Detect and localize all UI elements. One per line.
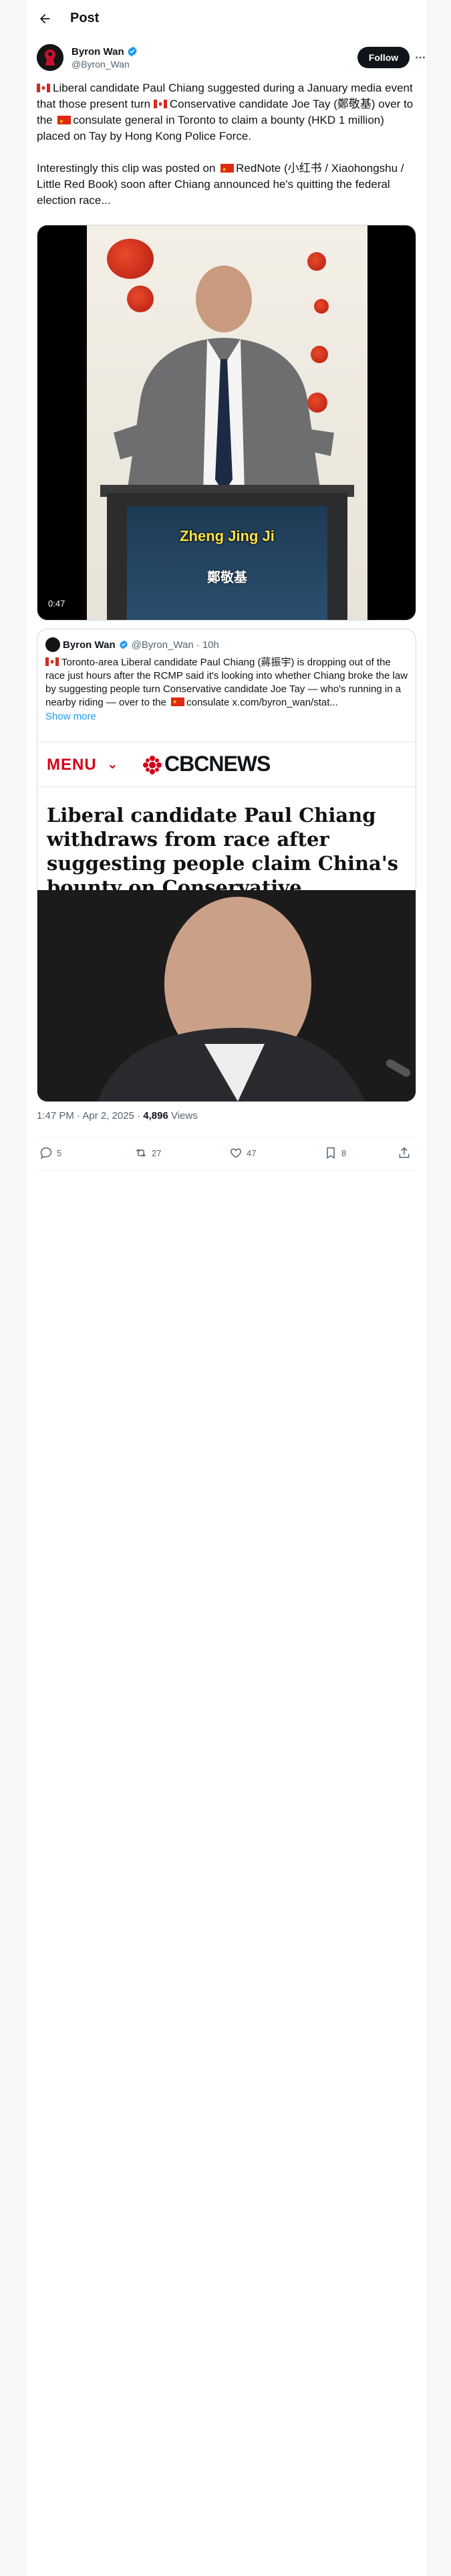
back-button[interactable] bbox=[34, 8, 55, 29]
divider bbox=[37, 1170, 416, 1171]
bookmark-icon bbox=[327, 1147, 335, 1159]
follow-button[interactable]: Follow bbox=[357, 47, 410, 68]
post-text-part: consulate general in Toronto to claim a … bbox=[37, 114, 384, 142]
canada-flag-icon bbox=[45, 657, 59, 666]
like-button[interactable]: 47 bbox=[229, 1146, 256, 1160]
page-title: Post bbox=[70, 11, 100, 25]
view-count: 4,896 bbox=[143, 1110, 168, 1121]
video-duration: 0:47 bbox=[44, 597, 69, 610]
avatar[interactable] bbox=[37, 44, 63, 71]
canada-flag-icon bbox=[37, 84, 50, 92]
bookmark-count: 8 bbox=[341, 1148, 347, 1158]
video-frame: Zheng Jing Ji 鄭敬基 bbox=[87, 225, 367, 620]
author-name-row: Byron Wan bbox=[71, 45, 138, 58]
reply-icon bbox=[40, 1147, 52, 1159]
cbc-gem-icon bbox=[143, 756, 162, 774]
cbc-header-bar: MENU ⌄ CBCNEWS bbox=[37, 742, 416, 787]
bookmark-button[interactable]: 8 bbox=[324, 1146, 346, 1160]
timestamp-text[interactable]: 1:47 PM · Apr 2, 2025 · bbox=[37, 1110, 143, 1121]
video-caption-romanized: Zheng Jing Ji bbox=[180, 528, 275, 544]
main-column: Post Byron Wan @Byron_Wan Follow Liberal… bbox=[25, 0, 428, 2576]
divider bbox=[37, 1137, 416, 1138]
video-caption-chinese: 鄭敬基 bbox=[207, 570, 247, 585]
post-timestamp: 1:47 PM · Apr 2, 2025 · 4,896 Views bbox=[37, 1110, 198, 1121]
quote-author-name: Byron Wan bbox=[63, 639, 116, 651]
views-label: Views bbox=[168, 1110, 198, 1121]
show-more-link[interactable]: Show more bbox=[45, 711, 96, 722]
verified-badge-icon bbox=[119, 640, 128, 649]
quote-time: · 10h bbox=[196, 639, 219, 651]
article-photo bbox=[37, 890, 416, 1101]
post-author: Byron Wan @Byron_Wan Follow bbox=[37, 44, 425, 76]
china-flag-icon bbox=[57, 114, 71, 130]
quote-header: Byron Wan @Byron_Wan · 10h bbox=[45, 637, 219, 652]
post-text: Liberal candidate Paul Chiang suggested … bbox=[37, 80, 418, 209]
repost-count: 27 bbox=[152, 1148, 162, 1158]
china-flag-icon bbox=[220, 162, 235, 178]
reply-button[interactable]: 5 bbox=[39, 1146, 61, 1160]
quote-text: Toronto-area Liberal candidate Paul Chia… bbox=[45, 656, 409, 710]
podium-panel bbox=[127, 506, 327, 620]
share-icon bbox=[399, 1147, 410, 1158]
quote-avatar bbox=[45, 637, 60, 652]
cbc-menu-label: MENU bbox=[47, 756, 97, 774]
verified-badge-icon bbox=[128, 46, 137, 57]
top-bar: Post bbox=[26, 0, 427, 37]
share-button[interactable] bbox=[398, 1146, 411, 1160]
more-options-button[interactable] bbox=[412, 49, 428, 66]
arrow-left-icon bbox=[40, 13, 50, 24]
repost-button[interactable]: 27 bbox=[134, 1146, 161, 1160]
reply-count: 5 bbox=[57, 1148, 62, 1158]
heart-icon bbox=[230, 1148, 242, 1158]
like-count: 47 bbox=[247, 1148, 257, 1158]
post-paragraph-1: Liberal candidate Paul Chiang suggested … bbox=[37, 80, 418, 144]
article-headline: Liberal candidate Paul Chiang withdraws … bbox=[47, 804, 399, 899]
china-flag-icon bbox=[171, 695, 185, 709]
quote-author-handle: @Byron_Wan bbox=[131, 639, 194, 651]
canada-flag-icon bbox=[153, 100, 167, 108]
chevron-down-icon: ⌄ bbox=[107, 757, 118, 772]
quoted-post[interactable]: Byron Wan @Byron_Wan · 10h Toronto-area … bbox=[37, 629, 416, 1102]
cbc-logo: CBCNEWS bbox=[164, 752, 271, 776]
action-bar: 5 27 47 8 bbox=[37, 1138, 416, 1170]
repost-icon bbox=[136, 1148, 146, 1158]
video-player[interactable]: Zheng Jing Ji 鄭敬基 0:47 bbox=[37, 225, 416, 621]
post-paragraph-2: Interestingly this clip was posted on Re… bbox=[37, 160, 418, 209]
post-text-part: Interestingly this clip was posted on bbox=[37, 162, 219, 175]
quote-text-part: consulate x.com/byron_wan/stat... bbox=[186, 697, 338, 708]
author-name[interactable]: Byron Wan bbox=[71, 46, 124, 58]
more-dots-icon bbox=[416, 56, 425, 59]
author-handle[interactable]: @Byron_Wan bbox=[71, 59, 130, 70]
